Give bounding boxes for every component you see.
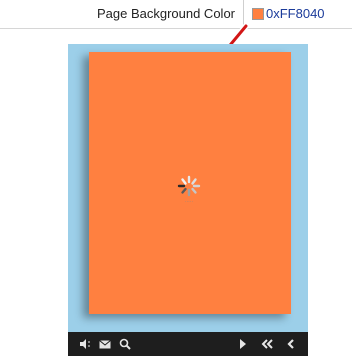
color-swatch[interactable] <box>252 8 264 20</box>
book-page: ····· <box>89 52 291 314</box>
previous-page-button[interactable] <box>282 336 300 352</box>
zoom-icon <box>119 338 131 350</box>
svg-text:·····: ····· <box>185 199 194 204</box>
viewer-toolbar <box>68 332 308 356</box>
color-picker[interactable]: 0xFF8040 <box>252 0 325 28</box>
sound-button[interactable] <box>76 336 94 352</box>
sound-icon <box>80 339 90 349</box>
color-value[interactable]: 0xFF8040 <box>266 0 325 28</box>
next-page-icon <box>240 339 246 349</box>
loading-spinner-icon: ····· <box>177 175 201 204</box>
property-row: Page Background Color 0xFF8040 <box>0 0 352 29</box>
flipbook-preview: ····· <box>68 44 308 332</box>
first-page-button[interactable] <box>258 336 276 352</box>
zoom-button[interactable] <box>116 336 134 352</box>
first-page-icon <box>261 339 273 349</box>
next-page-button[interactable] <box>234 336 252 352</box>
email-icon <box>99 339 111 348</box>
previous-page-icon <box>287 339 294 349</box>
email-button[interactable] <box>96 336 114 352</box>
